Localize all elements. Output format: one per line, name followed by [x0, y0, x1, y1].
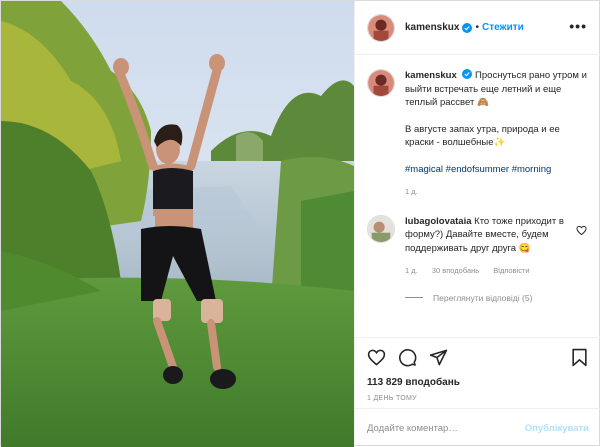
instagram-post: kamenskux • Стежити ••• kamenskux Просну…	[0, 0, 600, 447]
more-options-icon[interactable]: •••	[569, 19, 587, 33]
follow-button[interactable]: Стежити	[482, 22, 524, 33]
comment-meta: 1 д. 30 вподобань Відповісти	[405, 264, 570, 278]
add-comment-bar: Опублікувати	[355, 408, 600, 447]
post-sidebar: kamenskux • Стежити ••• kamenskux Просну…	[354, 1, 600, 447]
view-replies-label: Переглянути відповіді (5)	[433, 292, 533, 303]
publish-button[interactable]: Опублікувати	[525, 423, 589, 434]
share-icon[interactable]	[429, 348, 448, 367]
post-image	[1, 1, 354, 447]
caption-avatar[interactable]	[367, 69, 395, 97]
comment-icon[interactable]	[398, 348, 417, 367]
caption-hashtags: #magical #endofsummer #morning	[405, 163, 589, 177]
hashtag-link[interactable]: #endofsummer	[446, 164, 509, 175]
bookmark-icon[interactable]	[570, 348, 589, 367]
author-username[interactable]: kamenskux	[405, 22, 459, 33]
comment-time[interactable]: 1 д.	[405, 266, 418, 275]
author-avatar[interactable]	[367, 13, 395, 42]
comment-likes[interactable]: 30 вподобань	[432, 266, 479, 275]
replies-line	[405, 297, 423, 298]
heart-icon[interactable]	[367, 348, 386, 367]
comment-input[interactable]	[367, 422, 525, 434]
commenter-avatar[interactable]	[367, 214, 395, 243]
likes-count[interactable]: 113 829 вподобань	[367, 377, 589, 388]
reply-button[interactable]: Відповісти	[493, 266, 529, 275]
caption-username[interactable]: kamenskux	[405, 70, 457, 81]
caption-body: kamenskux Проснуться рано утром и выйти …	[405, 69, 589, 199]
caption-time[interactable]: 1 д.	[405, 187, 418, 196]
hashtag-link[interactable]: #magical	[405, 164, 443, 175]
post-timestamp[interactable]: 1 ДЕНЬ ТОМУ	[367, 395, 589, 402]
action-icons	[367, 346, 589, 368]
comments-section: kamenskux Проснуться рано утром и выйти …	[355, 56, 600, 336]
post-photo[interactable]	[1, 1, 354, 447]
caption-meta: 1 д.	[405, 185, 589, 199]
caption: kamenskux Проснуться рано утром и выйти …	[367, 69, 589, 199]
caption-verified-icon	[462, 69, 473, 79]
comment-like-icon[interactable]	[576, 225, 587, 236]
verified-icon	[462, 22, 473, 33]
comment-item: lubagolovataia Кто тоже приходит в форму…	[367, 214, 589, 278]
separator-dot: •	[475, 22, 479, 33]
comment-body: lubagolovataia Кто тоже приходит в форму…	[405, 215, 570, 278]
post-header: kamenskux • Стежити •••	[355, 1, 600, 55]
commenter-username[interactable]: lubagolovataia	[405, 216, 472, 227]
caption-text-2: В августе запах утра, природа и ее краск…	[405, 123, 560, 149]
view-replies-button[interactable]: Переглянути відповіді (5)	[405, 293, 589, 303]
hashtag-link[interactable]: #morning	[512, 164, 552, 175]
